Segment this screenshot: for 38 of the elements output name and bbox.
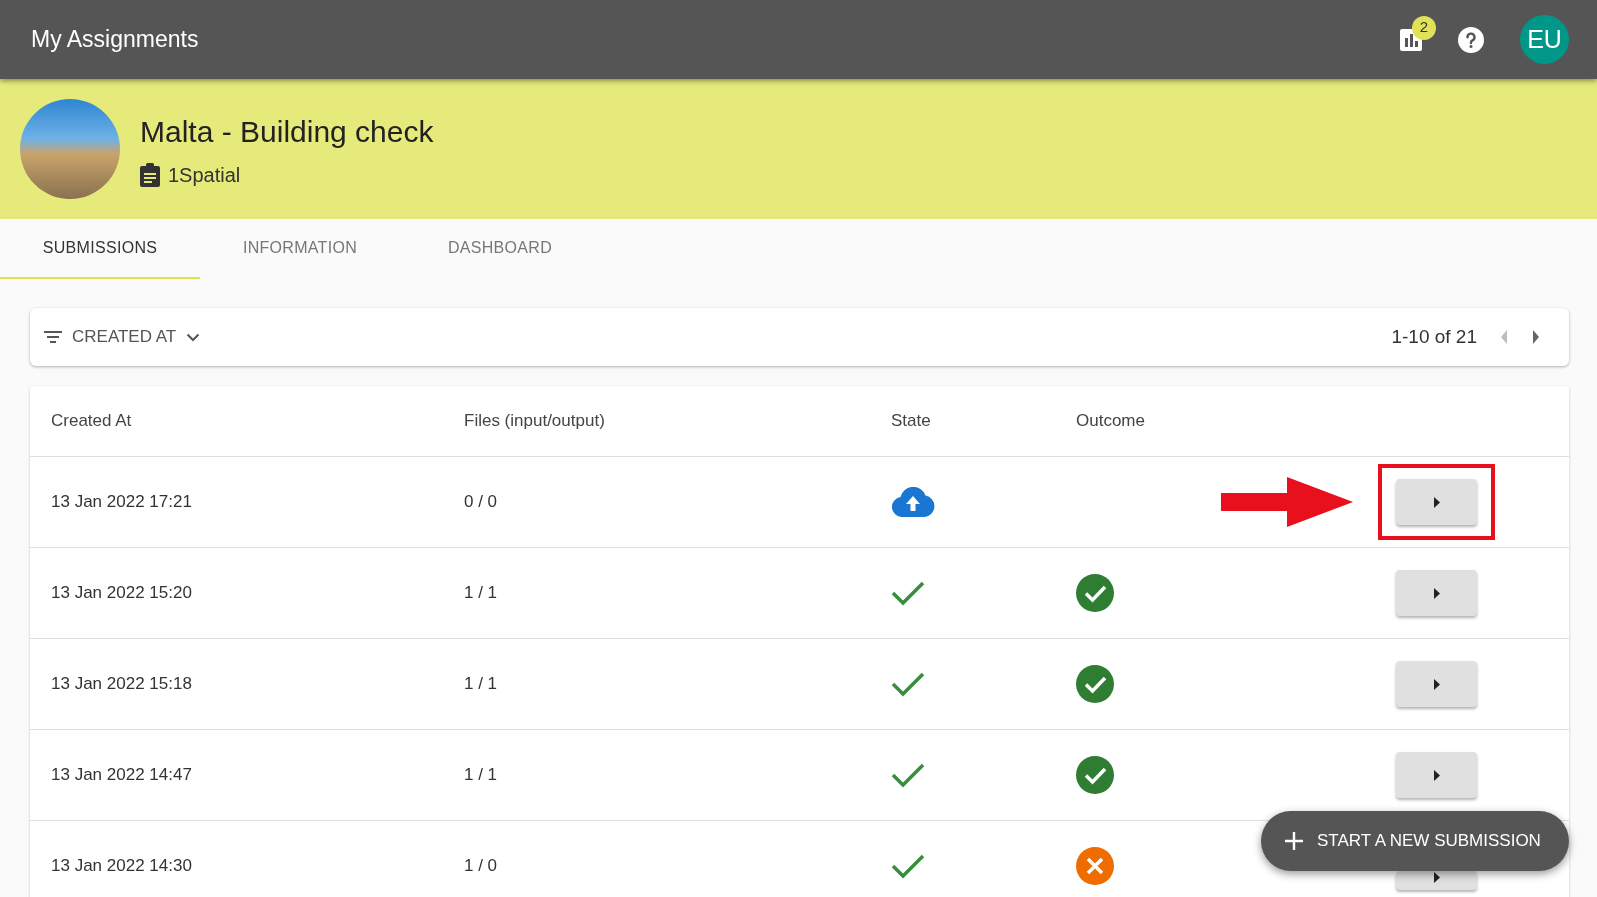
notification-count: 2 [1412, 15, 1436, 40]
sort-button[interactable]: CREATED AT [38, 323, 207, 351]
play-icon [1433, 769, 1440, 781]
open-button[interactable] [1396, 871, 1477, 890]
tab[interactable]: INFORMATION [200, 219, 400, 279]
files-cell: 1 / 1 [464, 583, 498, 603]
tab[interactable]: DASHBOARD [400, 219, 600, 279]
files-cell: 1 / 1 [464, 765, 498, 785]
caret-left-icon [1501, 330, 1507, 344]
column-header: Files (input/output) [464, 411, 605, 431]
organisation-name: 1Spatial [168, 162, 241, 188]
play-icon [1433, 587, 1440, 599]
play-icon [1433, 496, 1440, 508]
play-icon [1433, 678, 1440, 690]
files-cell: 0 / 0 [464, 492, 498, 512]
assignment-title: Malta - Building check [140, 113, 434, 150]
column-header: State [891, 411, 931, 431]
play-icon [1433, 872, 1440, 883]
created-at-cell: 13 Jan 2022 15:18 [51, 674, 192, 694]
created-at-cell: 13 Jan 2022 17:21 [51, 492, 192, 512]
column-header: Outcome [1076, 411, 1145, 431]
new-submission-button[interactable]: START A NEW SUBMISSION [1261, 811, 1569, 871]
tab[interactable]: SUBMISSIONS [0, 219, 200, 279]
created-at-cell: 13 Jan 2022 15:20 [51, 583, 192, 603]
files-cell: 1 / 0 [464, 856, 498, 876]
app-title: My Assignments [31, 25, 199, 55]
filter-icon [44, 331, 62, 343]
files-cell: 1 / 1 [464, 674, 498, 694]
caret-right-icon [1533, 330, 1539, 344]
created-at-cell: 13 Jan 2022 14:30 [51, 856, 192, 876]
created-at-cell: 13 Jan 2022 14:47 [51, 765, 192, 785]
column-header: Created At [51, 411, 132, 431]
clipboard-icon [140, 162, 160, 187]
help-icon[interactable] [1458, 26, 1484, 53]
chevron-down-icon [186, 332, 201, 342]
page-range: 1-10 of 21 [1391, 324, 1477, 349]
plus-icon [1285, 832, 1303, 850]
user-avatar[interactable]: EU [1520, 15, 1569, 64]
